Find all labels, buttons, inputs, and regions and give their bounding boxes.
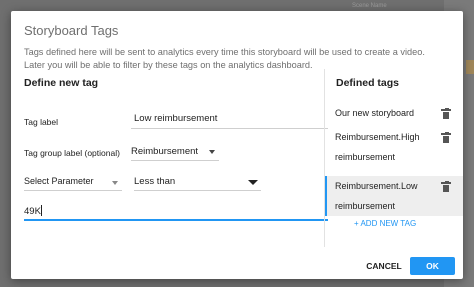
value-input[interactable]: 49K xyxy=(24,201,328,223)
cancel-button[interactable]: CANCEL xyxy=(363,257,405,275)
text-caret xyxy=(41,205,42,216)
defined-tag-item[interactable]: Our new storyboard xyxy=(325,103,463,123)
background-accent xyxy=(466,60,474,74)
group-label-chevron-down-icon xyxy=(209,150,215,154)
operator-chevron-down-icon xyxy=(248,180,258,185)
background-scene-name-label: Scene Name xyxy=(352,3,387,9)
tag-label-underline xyxy=(131,128,328,129)
operator-underline xyxy=(134,190,261,191)
define-tag-heading: Define new tag xyxy=(24,77,99,89)
operator-select-value: Less than xyxy=(134,176,176,187)
defined-tag-label: Our new storyboard xyxy=(335,108,415,118)
operator-select[interactable]: Less than xyxy=(134,171,261,191)
group-label-select[interactable]: Reimbursement xyxy=(131,141,219,161)
description-line-1: Tags defined here will be sent to analyt… xyxy=(24,47,425,57)
value-input-text: 49K xyxy=(24,206,41,217)
ok-button[interactable]: OK xyxy=(410,257,455,275)
delete-icon[interactable] xyxy=(441,132,451,143)
defined-tag-label: Reimbursement.High xyxy=(335,132,420,142)
delete-icon[interactable] xyxy=(441,108,451,119)
value-input-focus-underline xyxy=(24,219,328,221)
storyboard-tags-dialog: Storyboard Tags Tags defined here will b… xyxy=(11,11,463,279)
parameter-select[interactable]: Select Parameter xyxy=(24,171,122,191)
defined-tag-item-selected[interactable]: Reimbursement.Low reimbursement xyxy=(325,176,463,216)
defined-tag-label-cont: reimbursement xyxy=(335,201,396,211)
parameter-chevron-down-icon xyxy=(112,181,118,185)
defined-tag-label: Reimbursement.Low xyxy=(335,181,418,191)
tag-label-label: Tag label xyxy=(24,117,59,127)
group-label-underline xyxy=(131,160,219,161)
parameter-select-value: Select Parameter xyxy=(24,176,94,186)
dialog-title: Storyboard Tags xyxy=(24,23,119,38)
delete-icon[interactable] xyxy=(441,181,451,192)
tag-label-input[interactable]: Low reimbursement xyxy=(131,109,328,129)
define-tag-section: Define new tag Tag label Low reimburseme… xyxy=(24,75,328,247)
add-new-tag-button[interactable]: + ADD NEW TAG xyxy=(354,219,416,228)
group-label-value: Reimbursement xyxy=(131,146,199,157)
defined-tag-label-cont: reimbursement xyxy=(335,152,396,162)
parameter-underline xyxy=(24,190,122,191)
defined-tags-heading: Defined tags xyxy=(336,77,400,89)
defined-tags-section: Defined tags Our new storyboard Reimburs… xyxy=(324,69,463,247)
defined-tag-item[interactable]: Reimbursement.High reimbursement xyxy=(325,127,463,167)
tag-label-value: Low reimbursement xyxy=(134,113,218,124)
group-label-label: Tag group label (optional) xyxy=(24,148,120,158)
